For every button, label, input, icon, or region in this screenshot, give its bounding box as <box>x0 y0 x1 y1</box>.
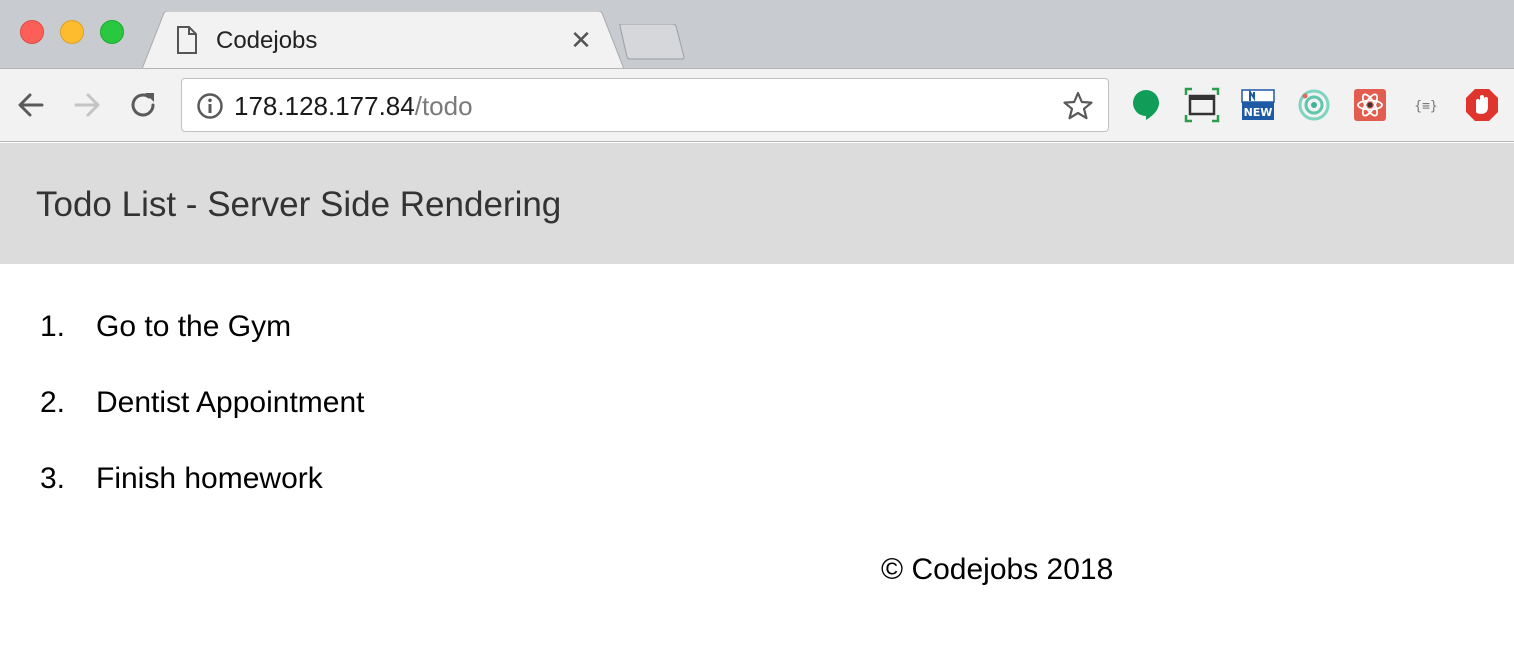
close-tab-icon[interactable]: ✕ <box>568 25 594 55</box>
todo-list: 1. Go to the Gym 2. Dentist Appointment … <box>0 310 1514 538</box>
todo-number: 3. <box>40 462 66 495</box>
document-icon <box>176 26 198 54</box>
todo-item: 3. Finish homework <box>0 462 1514 538</box>
svg-text:{≡}: {≡} <box>1414 99 1437 114</box>
close-window-button[interactable] <box>20 20 44 44</box>
reload-icon[interactable] <box>126 88 160 122</box>
json-formatter-icon[interactable]: {≡} <box>1408 87 1444 123</box>
todo-item: 2. Dentist Appointment <box>0 386 1514 462</box>
new-badge-icon[interactable]: NEW <box>1240 87 1276 123</box>
target-icon[interactable] <box>1296 87 1332 123</box>
footer-copyright: © Codejobs 2018 <box>881 553 1114 586</box>
bookmark-star-icon[interactable] <box>1062 90 1094 122</box>
forward-arrow-icon[interactable] <box>70 88 104 122</box>
todo-text: Go to the Gym <box>96 310 292 343</box>
address-bar[interactable]: 178.128.177.84/todo <box>181 78 1109 132</box>
todo-text: Finish homework <box>96 462 323 495</box>
screen-capture-icon[interactable] <box>1184 87 1220 123</box>
todo-text: Dentist Appointment <box>96 386 365 419</box>
todo-number: 2. <box>40 386 66 419</box>
browser-toolbar: 178.128.177.84/todo NEW {≡} <box>0 68 1514 142</box>
url-path: /todo <box>414 91 473 121</box>
info-icon[interactable] <box>196 92 224 120</box>
todo-item: 1. Go to the Gym <box>0 310 1514 386</box>
back-arrow-icon[interactable] <box>14 88 48 122</box>
maximize-window-button[interactable] <box>100 20 124 44</box>
url-text: 178.128.177.84/todo <box>234 91 473 122</box>
hangouts-icon[interactable] <box>1128 87 1164 123</box>
minimize-window-button[interactable] <box>60 20 84 44</box>
page-header: Todo List - Server Side Rendering <box>0 143 1514 264</box>
page-title: Todo List - Server Side Rendering <box>36 185 562 224</box>
tab-strip: Codejobs ✕ <box>0 0 1514 69</box>
new-tab-button[interactable] <box>616 23 686 60</box>
adblock-icon[interactable] <box>1464 87 1500 123</box>
todo-number: 1. <box>40 310 66 343</box>
url-host: 178.128.177.84 <box>234 91 415 121</box>
react-devtools-icon[interactable] <box>1352 87 1388 123</box>
tab-title: Codejobs <box>216 27 318 54</box>
svg-text:NEW: NEW <box>1244 106 1273 119</box>
tab-codejobs[interactable]: Codejobs ✕ <box>142 11 624 69</box>
